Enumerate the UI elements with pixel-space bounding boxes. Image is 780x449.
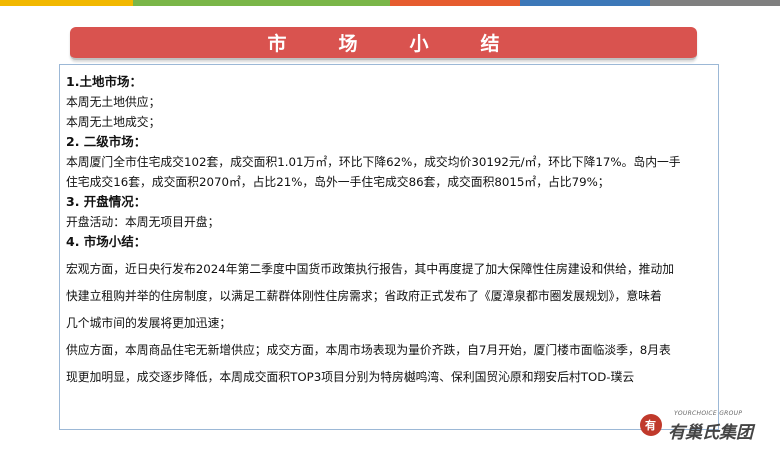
topbar-segment (0, 0, 95, 6)
topbar-segment (133, 0, 260, 6)
topbar-segment (715, 0, 780, 6)
topbar-segment (260, 0, 390, 6)
secondary-line: 本周厦门全市住宅成交102套，成交面积1.01万㎡，环比下降62%，成交均价30… (66, 155, 681, 169)
land-line: 本周无土地供应； (66, 95, 161, 109)
section-heading-opening: 3. 开盘情况： (66, 194, 147, 209)
summary-line: 现更加明显，成交逐步降低，本周成交面积TOP3项目分别为特房樾鸣湾、保利国贸沁原… (66, 370, 635, 384)
section-heading-land: 1.土地市场： (66, 74, 142, 89)
summary-body: 宏观方面，近日央行发布2024年第二季度中国货币政策执行报告，其中再度提了加大保… (66, 256, 712, 391)
top-color-bar (0, 0, 780, 6)
secondary-line: 住宅成交16套，成交面积2070㎡，占比21%，岛外一手住宅成交86套，成交面积… (66, 175, 610, 189)
section-heading-summary: 4. 市场小结： (66, 234, 147, 249)
company-logo: 有 YOURCHOICE GROUP 有巢氏集团 (636, 408, 776, 444)
topbar-segment (650, 0, 715, 6)
logo-chinese: 有巢氏集团 (668, 423, 753, 443)
topbar-segment (95, 0, 133, 6)
logo-english: YOURCHOICE GROUP (674, 410, 743, 417)
land-line: 本周无土地成交； (66, 115, 161, 129)
topbar-segment (520, 0, 650, 6)
topbar-segment (390, 0, 520, 6)
page-title: 市场小结 (267, 33, 552, 55)
opening-line: 开盘活动：本周无项目开盘； (66, 215, 220, 229)
summary-line: 供应方面，本周商品住宅无新增供应；成交方面，本周市场表现为量价齐跌，自7月开始，… (66, 343, 671, 357)
logo-mark-text: 有 (645, 419, 656, 432)
summary-line: 快建立租购并举的住房制度，以满足工薪群体刚性住房需求；省政府正式发布了《厦漳泉都… (66, 289, 662, 303)
summary-line: 宏观方面，近日央行发布2024年第二季度中国货币政策执行报告，其中再度提了加大保… (66, 262, 675, 276)
summary-line: 几个城市间的发展将更加迅速； (66, 316, 232, 330)
logo-icon: 有 (640, 414, 662, 436)
section-heading-secondary: 2. 二级市场： (66, 134, 147, 149)
content-box: 1.土地市场： 本周无土地供应； 本周无土地成交； 2. 二级市场： 本周厦门全… (59, 64, 719, 430)
title-banner: 市场小结 (70, 27, 697, 60)
